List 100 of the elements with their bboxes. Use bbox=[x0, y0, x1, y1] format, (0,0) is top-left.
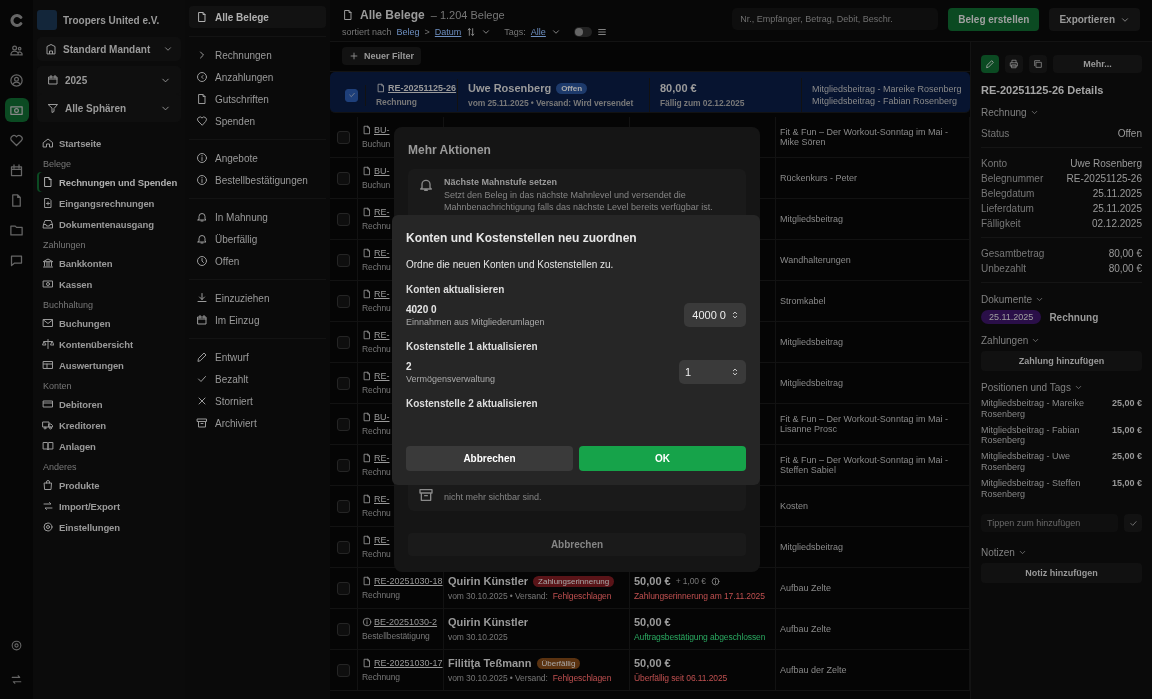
subnav-item[interactable]: Anzahlungen bbox=[189, 66, 326, 88]
document-number[interactable]: RE-20251125-26 bbox=[388, 83, 457, 93]
document-number[interactable]: RE- bbox=[374, 207, 390, 217]
row-checkbox[interactable] bbox=[337, 212, 350, 226]
subnav-item[interactable]: Archiviert bbox=[189, 412, 326, 434]
rail-button[interactable] bbox=[4, 98, 29, 122]
row-checkbox[interactable] bbox=[337, 499, 350, 513]
nav-heading: Konten bbox=[42, 380, 73, 393]
row-checkbox[interactable] bbox=[337, 581, 350, 595]
section-header[interactable]: Notizen bbox=[981, 541, 1142, 559]
more-button[interactable]: Mehr... bbox=[1053, 55, 1142, 73]
subnav-item[interactable]: Offen bbox=[189, 250, 326, 272]
nav-item[interactable]: Startseite bbox=[37, 133, 181, 153]
detail-value: RE-20251125-26 bbox=[1066, 173, 1142, 184]
subnav-item[interactable]: In Mahnung bbox=[189, 206, 326, 228]
description: Rückenkurs - Peter bbox=[780, 172, 858, 184]
document-number[interactable]: RE-20251030-17 bbox=[374, 658, 443, 668]
document-number[interactable]: RE-20251030-18 bbox=[374, 576, 443, 586]
row-checkbox[interactable] bbox=[337, 663, 350, 677]
number-field[interactable]: 1 bbox=[679, 360, 746, 384]
add-payment-button[interactable]: Zahlung hinzufügen bbox=[981, 351, 1142, 371]
row-checkbox[interactable] bbox=[337, 622, 350, 636]
document-date-chip[interactable]: 25.11.2025 bbox=[981, 310, 1042, 324]
subnav-item[interactable]: Entwurf bbox=[189, 346, 326, 368]
row-checkbox[interactable] bbox=[337, 171, 350, 185]
nav-item[interactable]: Bankkonten bbox=[37, 253, 181, 273]
nav-item[interactable]: Debitoren bbox=[37, 394, 181, 414]
subnav-item[interactable]: Gutschriften bbox=[189, 88, 326, 110]
nav-item[interactable]: Anlagen bbox=[37, 436, 181, 456]
document-number[interactable]: RE- bbox=[374, 453, 390, 463]
subnav-item[interactable]: Angebote bbox=[189, 147, 326, 169]
cancel-button[interactable]: Abbrechen bbox=[408, 533, 746, 556]
description: Fit & Fun – Der Workout-Sonntag im Mai - Steffen Sabiel bbox=[780, 454, 949, 476]
subnav-item[interactable]: Alle Belege bbox=[189, 6, 326, 28]
document-number[interactable]: RE- bbox=[374, 330, 390, 340]
clock-icon bbox=[196, 255, 208, 267]
nav-item[interactable]: Kontenübersicht bbox=[37, 334, 181, 354]
subnav-item[interactable]: Im Einzug bbox=[189, 309, 326, 331]
number-field[interactable]: 4000 0 bbox=[684, 303, 746, 327]
cash-icon bbox=[42, 278, 54, 290]
nav-item[interactable]: Dokumentenausgang bbox=[37, 214, 181, 234]
nav-item[interactable]: Kreditoren bbox=[37, 415, 181, 435]
document-number[interactable]: BU- bbox=[374, 125, 390, 135]
nav-item[interactable]: Auswertungen bbox=[37, 355, 181, 375]
document-number[interactable]: BU- bbox=[374, 412, 390, 422]
nav-item[interactable]: Kassen bbox=[37, 274, 181, 294]
nav-item[interactable]: Import/Export bbox=[37, 496, 181, 516]
document-number[interactable]: BE-20251030-2 bbox=[374, 617, 438, 627]
sort-field[interactable]: Datum bbox=[434, 27, 462, 37]
export-button[interactable]: Exportieren bbox=[1049, 8, 1140, 31]
document-number[interactable]: BU- bbox=[374, 166, 390, 176]
subnav-item[interactable]: Spenden bbox=[189, 110, 326, 132]
row-checkbox[interactable] bbox=[337, 294, 350, 308]
client-select[interactable]: Standard Mandant bbox=[37, 37, 181, 61]
section-header[interactable]: Positionen und Tags bbox=[981, 376, 1142, 393]
heart-icon bbox=[9, 132, 24, 148]
subnav-item[interactable]: Storniert bbox=[189, 390, 326, 412]
create-button[interactable]: Beleg erstellen bbox=[948, 8, 1040, 31]
section-header[interactable]: Zahlungen bbox=[981, 329, 1142, 346]
row-checkbox[interactable] bbox=[337, 376, 350, 390]
tag-input[interactable]: Tippen zum hinzufügen bbox=[981, 514, 1118, 533]
search-field[interactable]: Nr., Empfänger, Betrag, Debit, Beschr. bbox=[732, 8, 939, 30]
document-number[interactable]: RE- bbox=[374, 289, 390, 299]
print-button[interactable] bbox=[1005, 55, 1023, 73]
subnav-item[interactable]: Überfällig bbox=[189, 228, 326, 250]
subnav-item[interactable]: Bezahlt bbox=[189, 368, 326, 390]
copy-button[interactable] bbox=[1029, 55, 1047, 73]
description: Fit & Fun – Der Workout-Sonntag im Mai - Mike Sören bbox=[780, 126, 949, 148]
section-header[interactable]: Dokumente bbox=[981, 288, 1142, 305]
document-type: Bestellbestätigung bbox=[362, 631, 430, 641]
toggle-switch[interactable] bbox=[573, 27, 592, 37]
section-header[interactable]: Rechnung bbox=[981, 101, 1142, 118]
edit-button[interactable] bbox=[981, 55, 999, 73]
row-checkbox[interactable] bbox=[337, 130, 350, 144]
document-number[interactable]: RE- bbox=[374, 535, 390, 545]
row-checkbox[interactable] bbox=[345, 88, 358, 102]
tags-filter[interactable]: Alle bbox=[530, 27, 546, 37]
nav-item[interactable]: Rechnungen und Spenden bbox=[37, 172, 181, 192]
document-number[interactable]: RE- bbox=[374, 371, 390, 381]
confirm-button[interactable] bbox=[1124, 514, 1142, 533]
row-checkbox[interactable] bbox=[337, 458, 350, 472]
row-checkbox[interactable] bbox=[337, 335, 350, 349]
add-note-button[interactable]: Notiz hinzufügen bbox=[981, 563, 1142, 584]
nav-item[interactable]: Einstellungen bbox=[37, 517, 181, 537]
row-checkbox[interactable] bbox=[337, 540, 350, 554]
subnav-item[interactable]: Bestellbestätigungen bbox=[189, 169, 326, 191]
new-filter-button[interactable]: Neuer Filter bbox=[342, 47, 421, 65]
row-checkbox[interactable] bbox=[337, 417, 350, 431]
cancel-button[interactable]: Abbrechen bbox=[406, 446, 573, 471]
nav-item[interactable]: Eingangsrechnungen bbox=[37, 193, 181, 213]
subnav-item[interactable]: Einzuziehen bbox=[189, 287, 326, 309]
shipping-status: Fehlgeschlagen bbox=[552, 673, 612, 683]
document-number[interactable]: RE- bbox=[374, 248, 390, 258]
document-name[interactable]: Rechnung bbox=[1049, 311, 1099, 323]
row-checkbox[interactable] bbox=[337, 253, 350, 267]
nav-item[interactable]: Produkte bbox=[37, 475, 181, 495]
document-number[interactable]: RE- bbox=[374, 494, 390, 504]
nav-item[interactable]: Buchungen bbox=[37, 313, 181, 333]
subnav-item[interactable]: Rechnungen bbox=[189, 44, 326, 66]
sort-field[interactable]: Beleg bbox=[396, 27, 420, 37]
